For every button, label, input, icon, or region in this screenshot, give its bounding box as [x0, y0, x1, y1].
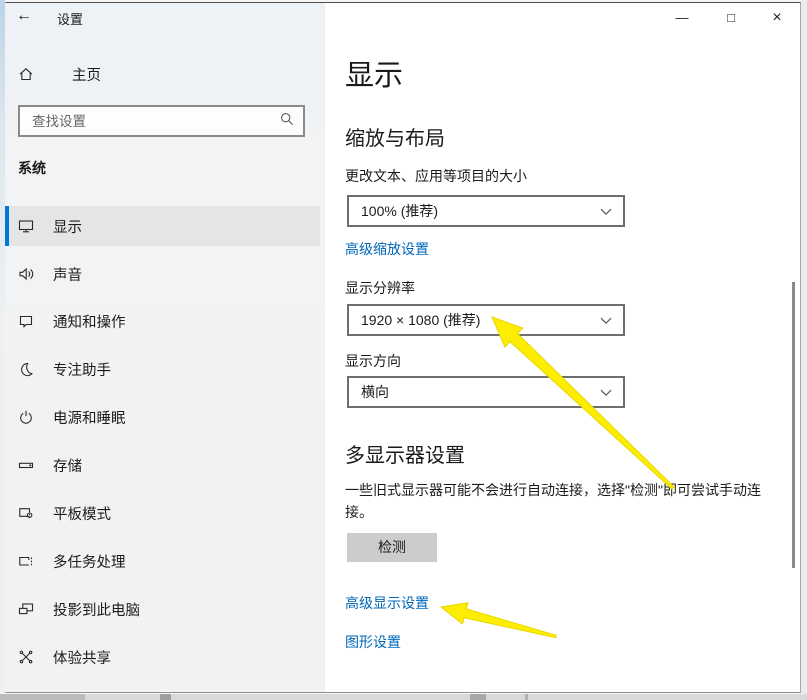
chevron-down-icon — [600, 312, 612, 328]
sidebar-item-label: 投影到此电脑 — [53, 599, 140, 620]
close-button[interactable]: × — [760, 6, 794, 30]
sidebar-item-notifications[interactable]: 通知和操作 — [5, 301, 320, 341]
tablet-mode-icon — [18, 505, 34, 521]
display-icon — [18, 218, 34, 234]
sidebar-item-label: 体验共享 — [53, 647, 111, 668]
sidebar-item-projecting[interactable]: 投影到此电脑 — [5, 589, 320, 629]
orientation-label: 显示方向 — [345, 351, 401, 371]
search-box — [18, 105, 305, 137]
home-label: 主页 — [72, 64, 101, 85]
desktop-edge-segment — [525, 694, 528, 700]
detect-button[interactable]: 检测 — [347, 533, 437, 562]
desktop-edge-segment — [0, 694, 85, 700]
vertical-scrollbar[interactable] — [792, 282, 795, 568]
sidebar-item-label: 电源和睡眠 — [53, 407, 126, 428]
desktop-edge-right — [801, 0, 807, 694]
search-icon[interactable] — [279, 111, 295, 132]
power-sleep-icon — [18, 409, 34, 425]
scale-dropdown-value: 100% (推荐) — [361, 201, 438, 221]
scale-dropdown[interactable]: 100% (推荐) — [347, 195, 625, 227]
multitasking-icon — [18, 553, 34, 569]
resolution-label: 显示分辨率 — [345, 278, 415, 298]
sidebar-item-display[interactable]: 显示 — [5, 206, 320, 246]
back-button[interactable]: ← — [16, 6, 32, 26]
search-input[interactable] — [30, 113, 279, 130]
desktop-edge-segment — [160, 694, 171, 700]
sidebar-item-label: 存储 — [53, 455, 82, 476]
window-title: 设置 — [57, 9, 83, 28]
sidebar-item-label: 多任务处理 — [53, 551, 126, 572]
graphics-settings-link[interactable]: 图形设置 — [345, 632, 401, 652]
sidebar-item-storage[interactable]: 存储 — [5, 445, 320, 485]
orientation-dropdown-value: 横向 — [361, 382, 389, 402]
multi-display-description: 一些旧式显示器可能不会进行自动连接，选择"检测"即可尝试手动连接。 — [345, 479, 777, 523]
scale-layout-heading: 缩放与布局 — [345, 122, 445, 151]
desktop-edge-segment — [470, 694, 486, 700]
resolution-dropdown[interactable]: 1920 × 1080 (推荐) — [347, 304, 625, 336]
sidebar-item-label: 平板模式 — [53, 503, 111, 524]
sidebar-item-label: 通知和操作 — [53, 311, 126, 332]
sidebar-item-sound[interactable]: 声音 — [5, 254, 320, 294]
page-title: 显示 — [345, 52, 403, 94]
focus-assist-icon — [18, 361, 34, 377]
sidebar-item-multitasking[interactable]: 多任务处理 — [5, 541, 320, 581]
advanced-scaling-link[interactable]: 高级缩放设置 — [345, 239, 429, 259]
advanced-display-link[interactable]: 高级显示设置 — [345, 593, 429, 613]
sound-icon — [18, 266, 34, 282]
maximize-button[interactable]: □ — [714, 6, 748, 30]
desktop-edge-bottom — [0, 694, 807, 700]
projecting-icon — [18, 601, 34, 617]
chevron-down-icon — [600, 203, 612, 219]
sidebar-item-focus-assist[interactable]: 专注助手 — [5, 349, 320, 389]
storage-icon — [18, 457, 34, 473]
sidebar-item-home[interactable]: 主页 — [5, 58, 320, 90]
resolution-dropdown-value: 1920 × 1080 (推荐) — [361, 310, 480, 330]
sidebar-item-label: 声音 — [53, 264, 82, 285]
scale-label: 更改文本、应用等项目的大小 — [345, 166, 527, 186]
sidebar-section-system: 系统 — [18, 158, 46, 178]
orientation-dropdown[interactable]: 横向 — [347, 376, 625, 408]
multi-display-heading: 多显示器设置 — [345, 439, 465, 468]
shared-experiences-icon — [18, 649, 34, 665]
notifications-icon — [18, 313, 34, 329]
sidebar-item-power-sleep[interactable]: 电源和睡眠 — [5, 397, 320, 437]
sidebar-item-shared-experiences[interactable]: 体验共享 — [5, 637, 320, 677]
chevron-down-icon — [600, 384, 612, 400]
sidebar-item-label: 显示 — [53, 216, 82, 237]
selected-indicator — [5, 206, 9, 246]
sidebar-item-label: 专注助手 — [53, 359, 111, 380]
sidebar-item-tablet-mode[interactable]: 平板模式 — [5, 493, 320, 533]
minimize-button[interactable]: — — [665, 6, 699, 30]
home-icon — [18, 66, 34, 82]
